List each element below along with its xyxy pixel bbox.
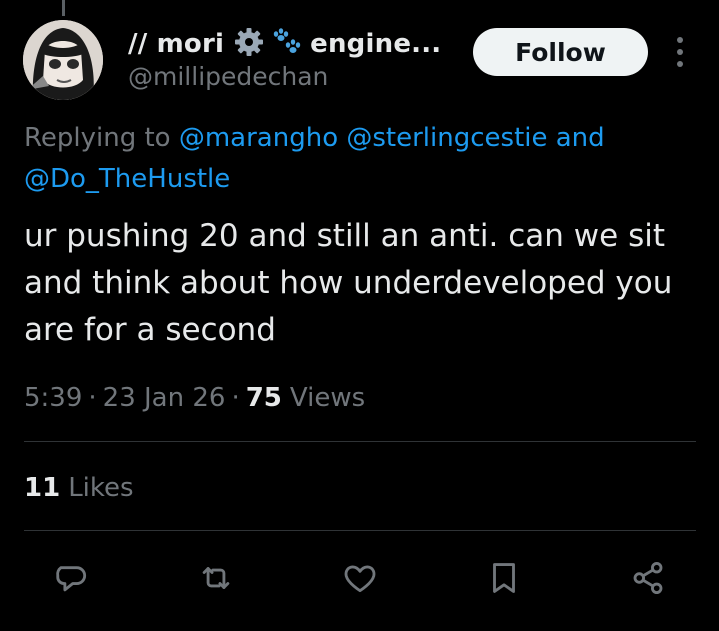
tweet-header: // mori engine... @millipedechan Follow (0, 0, 719, 110)
action-bar (0, 548, 719, 608)
retweet-icon[interactable] (194, 556, 238, 600)
author-handle[interactable]: @millipedechan (128, 62, 328, 91)
views-label: Views (289, 383, 366, 413)
views-count: 75 (245, 383, 282, 413)
meta-separator: · (231, 383, 240, 413)
tweet-meta: 5:39 · 23 Jan 26 · 75 Views (24, 378, 365, 418)
more-options-icon[interactable] (666, 34, 694, 70)
tweet-date[interactable]: 23 Jan 26 (103, 383, 226, 413)
more-dot (677, 37, 683, 43)
reply-mention[interactable]: @sterlingcestie (346, 123, 547, 153)
replying-to-label: Replying to (24, 123, 171, 153)
follow-button[interactable]: Follow (473, 28, 648, 76)
tweet-body-text: ur pushing 20 and still an anti. can we … (24, 218, 673, 348)
replying-to-line: Replying to @marangho @sterlingcestie an… (24, 118, 704, 200)
reply-and-others[interactable]: and (556, 123, 605, 153)
avatar-image (23, 20, 103, 100)
more-dot (677, 49, 683, 55)
avatar[interactable] (23, 20, 103, 100)
divider (24, 530, 696, 531)
share-icon[interactable] (626, 556, 670, 600)
gear-emoji-icon (234, 27, 264, 61)
author-name-suffix[interactable]: engine... (310, 29, 441, 59)
reply-mention[interactable]: @marangho (179, 123, 338, 153)
likes-label: Likes (68, 473, 134, 503)
divider (24, 441, 696, 442)
likes-summary[interactable]: 11 Likes (24, 468, 134, 508)
bookmark-icon[interactable] (482, 556, 526, 600)
tweet-time[interactable]: 5:39 (24, 383, 82, 413)
author-name-row[interactable]: // mori engine... (128, 26, 441, 62)
reply-mention[interactable]: @Do_TheHustle (24, 164, 230, 194)
paw-prints-emoji-icon (268, 27, 304, 61)
likes-count: 11 (24, 473, 61, 503)
like-icon[interactable] (338, 556, 382, 600)
author-name[interactable]: // mori (128, 29, 224, 59)
reply-icon[interactable] (50, 556, 94, 600)
meta-separator: · (88, 383, 97, 413)
more-dot (677, 61, 683, 67)
